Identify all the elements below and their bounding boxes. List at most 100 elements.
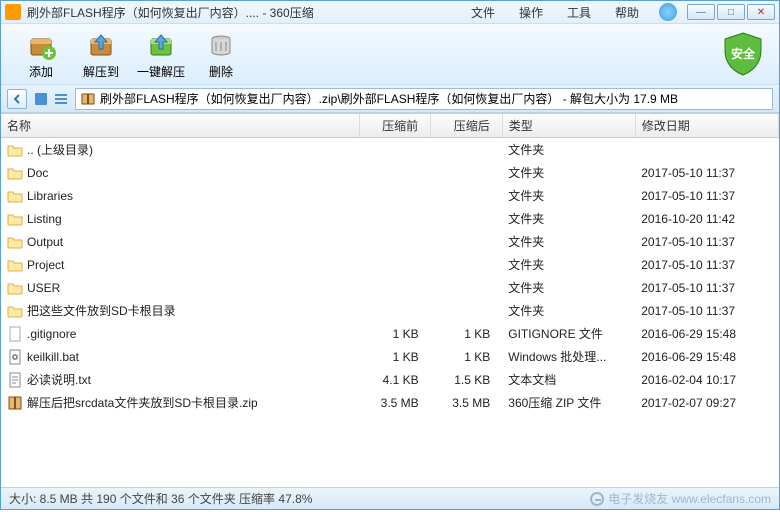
folder-icon (7, 142, 23, 158)
file-type: 文件夹 (502, 253, 635, 276)
file-name: .gitignore (27, 327, 76, 341)
file-type: 文件夹 (502, 299, 635, 322)
size-after: 1.5 KB (431, 368, 503, 391)
size-before (359, 230, 431, 253)
col-before[interactable]: 压缩前 (359, 114, 431, 138)
table-row[interactable]: .. (上级目录)文件夹 (1, 138, 779, 162)
navbar: 刷外部FLASH程序（如何恢复出厂内容）.zip\刷外部FLASH程序（如何恢复… (1, 85, 779, 113)
extract-icon (85, 29, 117, 61)
view-buttons (33, 91, 69, 107)
maximize-button[interactable]: □ (717, 4, 745, 20)
file-list-area: 名称 压缩前 压缩后 类型 修改日期 .. (上级目录)文件夹Doc文件夹201… (1, 113, 779, 487)
file-type: 360压缩 ZIP 文件 (502, 391, 635, 414)
size-before (359, 207, 431, 230)
add-button[interactable]: 添加 (11, 26, 71, 82)
size-before (359, 161, 431, 184)
table-row[interactable]: keilkill.bat1 KB1 KBWindows 批处理...2016-0… (1, 345, 779, 368)
size-before (359, 138, 431, 162)
txt-icon (7, 372, 23, 388)
menu-tools[interactable]: 工具 (567, 4, 591, 21)
one-click-label: 一键解压 (137, 63, 185, 80)
col-type[interactable]: 类型 (502, 114, 635, 138)
file-name: Listing (27, 212, 62, 226)
folder-icon (7, 165, 23, 181)
table-row[interactable]: Libraries文件夹2017-05-10 11:37 (1, 184, 779, 207)
col-date[interactable]: 修改日期 (635, 114, 778, 138)
file-date: 2017-05-10 11:37 (635, 253, 778, 276)
size-after (431, 276, 503, 299)
table-row[interactable]: USER 文件夹2017-05-10 11:37 (1, 276, 779, 299)
file-type: 文本文档 (502, 368, 635, 391)
col-after[interactable]: 压缩后 (431, 114, 503, 138)
col-name[interactable]: 名称 (1, 114, 359, 138)
folder-icon (7, 234, 23, 250)
delete-button[interactable]: 删除 (191, 26, 251, 82)
menubar: 文件 操作 工具 帮助 (471, 4, 639, 21)
watermark-text: 电子发烧友 www.elecfans.com (608, 490, 771, 507)
delete-label: 删除 (209, 63, 233, 80)
file-type: 文件夹 (502, 230, 635, 253)
statusbar: 大小: 8.5 MB 共 190 个文件和 36 个文件夹 压缩率 47.8% … (1, 487, 779, 509)
file-type: 文件夹 (502, 161, 635, 184)
file-date: 2016-06-29 15:48 (635, 345, 778, 368)
close-button[interactable]: ✕ (747, 4, 775, 20)
table-row[interactable]: 必读说明.txt4.1 KB1.5 KB文本文档2016-02-04 10:17 (1, 368, 779, 391)
table-row[interactable]: Doc文件夹2017-05-10 11:37 (1, 161, 779, 184)
file-date: 2016-06-29 15:48 (635, 322, 778, 345)
table-header-row: 名称 压缩前 压缩后 类型 修改日期 (1, 114, 779, 138)
file-name: 必读说明.txt (27, 371, 91, 388)
path-text: 刷外部FLASH程序（如何恢复出厂内容）.zip\刷外部FLASH程序（如何恢复… (100, 90, 678, 107)
size-after (431, 253, 503, 276)
size-after (431, 184, 503, 207)
file-date: 2017-05-10 11:37 (635, 276, 778, 299)
folder-icon (7, 280, 23, 296)
table-row[interactable]: Output 文件夹2017-05-10 11:37 (1, 230, 779, 253)
file-name: Output (27, 235, 63, 249)
safety-badge: 安全 (719, 30, 767, 78)
file-name: Project (27, 258, 64, 272)
table-row[interactable]: 解压后把srcdata文件夹放到SD卡根目录.zip3.5 MB3.5 MB36… (1, 391, 779, 414)
file-type: 文件夹 (502, 276, 635, 299)
size-after (431, 299, 503, 322)
path-input[interactable]: 刷外部FLASH程序（如何恢复出厂内容）.zip\刷外部FLASH程序（如何恢复… (75, 88, 773, 110)
file-type: 文件夹 (502, 138, 635, 162)
view-large-icon[interactable] (33, 91, 49, 107)
file-date (635, 138, 778, 162)
menu-help[interactable]: 帮助 (615, 4, 639, 21)
app-icon (5, 4, 21, 20)
size-after: 1 KB (431, 345, 503, 368)
folder-icon (7, 211, 23, 227)
extract-to-button[interactable]: 解压到 (71, 26, 131, 82)
table-row[interactable]: 把这些文件放到SD卡根目录文件夹2017-05-10 11:37 (1, 299, 779, 322)
archive-icon (80, 91, 96, 107)
file-name: keilkill.bat (27, 350, 79, 364)
size-before: 1 KB (359, 322, 431, 345)
file-date: 2017-05-10 11:37 (635, 230, 778, 253)
size-before: 3.5 MB (359, 391, 431, 414)
menu-operation[interactable]: 操作 (519, 4, 543, 21)
file-name: 把这些文件放到SD卡根目录 (27, 302, 176, 319)
file-icon (7, 326, 23, 342)
status-text: 大小: 8.5 MB 共 190 个文件和 36 个文件夹 压缩率 47.8% (9, 490, 312, 507)
size-after: 3.5 MB (431, 391, 503, 414)
back-button[interactable] (7, 89, 27, 109)
table-row[interactable]: Project 文件夹2017-05-10 11:37 (1, 253, 779, 276)
size-after (431, 161, 503, 184)
minimize-button[interactable]: — (687, 4, 715, 20)
elecfans-logo-icon (590, 492, 604, 506)
svg-text:安全: 安全 (731, 46, 756, 61)
view-list-icon[interactable] (53, 91, 69, 107)
table-row[interactable]: .gitignore1 KB1 KBGITIGNORE 文件2016-06-29… (1, 322, 779, 345)
file-date: 2016-02-04 10:17 (635, 368, 778, 391)
table-row[interactable]: Listing文件夹2016-10-20 11:42 (1, 207, 779, 230)
watermark: 电子发烧友 www.elecfans.com (590, 490, 771, 507)
menu-file[interactable]: 文件 (471, 4, 495, 21)
one-click-extract-button[interactable]: 一键解压 (131, 26, 191, 82)
extract-to-label: 解压到 (83, 63, 119, 80)
size-before (359, 184, 431, 207)
folder-icon (7, 303, 23, 319)
file-name: USER (27, 281, 60, 295)
file-type: Windows 批处理... (502, 345, 635, 368)
skin-icon[interactable] (659, 3, 677, 21)
toolbar: 添加 解压到 一键解压 删除 安全 (1, 23, 779, 85)
